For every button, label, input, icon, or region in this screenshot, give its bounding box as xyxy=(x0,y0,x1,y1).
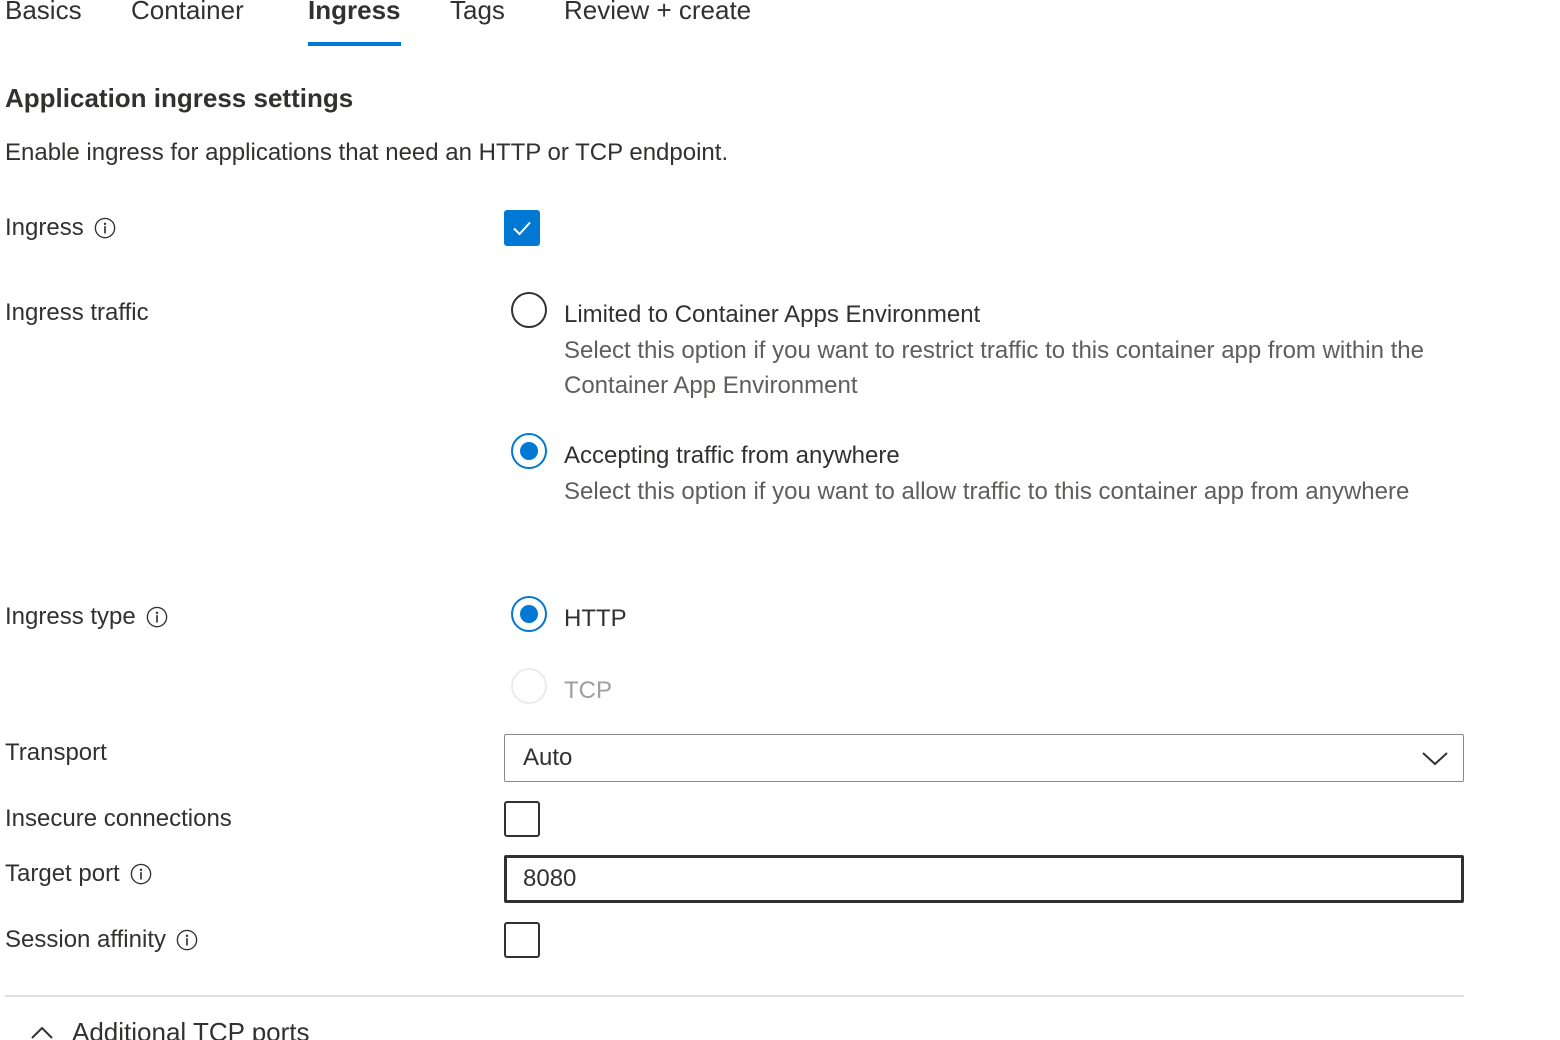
ingress-traffic-label-row: Ingress traffic xyxy=(5,296,149,330)
radio-http[interactable] xyxy=(511,596,547,632)
active-tab-indicator xyxy=(308,42,401,46)
transport-dropdown-value: Auto xyxy=(523,744,573,771)
tab-review-create-label: Review + create xyxy=(564,0,752,25)
radio-http-label[interactable]: HTTP xyxy=(564,602,627,636)
ingress-type-label-row: Ingress type xyxy=(5,600,168,634)
checkmark-icon xyxy=(513,221,531,236)
radio-accept-anywhere[interactable] xyxy=(511,433,547,469)
radio-limited-environment-label[interactable]: Limited to Container Apps Environment xyxy=(564,298,980,332)
radio-limited-environment[interactable] xyxy=(511,292,547,328)
ingress-label: Ingress xyxy=(5,214,84,241)
ingress-label-row: Ingress xyxy=(5,211,116,245)
radio-accept-anywhere-description: Select this option if you want to allow … xyxy=(564,478,1410,505)
tab-ingress-label: Ingress xyxy=(308,0,401,25)
tab-container[interactable]: Container xyxy=(131,0,244,32)
chevron-up-icon xyxy=(31,1026,53,1039)
transport-label: Transport xyxy=(5,739,107,766)
section-title: Application ingress settings xyxy=(5,83,354,113)
ingress-settings-page: Basics Container Ingress Tags Review + c… xyxy=(0,0,1560,1040)
insecure-connections-checkbox[interactable] xyxy=(504,801,540,837)
transport-dropdown[interactable]: Auto xyxy=(504,734,1464,782)
insecure-connections-label-row: Insecure connections xyxy=(5,802,232,836)
radio-tcp-label: TCP xyxy=(564,677,612,704)
session-affinity-label: Session affinity xyxy=(5,926,166,953)
section-divider xyxy=(5,995,1464,997)
tab-tags[interactable]: Tags xyxy=(450,0,505,32)
ingress-traffic-label: Ingress traffic xyxy=(5,299,149,326)
tab-tags-label: Tags xyxy=(450,0,505,25)
tab-review-create[interactable]: Review + create xyxy=(564,0,751,32)
section-description: Enable ingress for applications that nee… xyxy=(5,139,729,166)
radio-limited-environment-description: Select this option if you want to restri… xyxy=(564,337,1424,399)
radio-accept-anywhere-label[interactable]: Accepting traffic from anywhere xyxy=(564,439,900,473)
target-port-label: Target port xyxy=(5,860,120,887)
info-icon[interactable] xyxy=(146,606,168,628)
tab-container-label: Container xyxy=(131,0,244,25)
info-icon[interactable] xyxy=(94,217,116,239)
wizard-tabs: Basics Container Ingress Tags Review + c… xyxy=(0,0,1000,48)
session-affinity-label-row: Session affinity xyxy=(5,923,198,957)
info-icon[interactable] xyxy=(130,863,152,885)
transport-label-row: Transport xyxy=(5,736,107,770)
tab-ingress[interactable]: Ingress xyxy=(308,0,401,46)
ingress-checkbox[interactable] xyxy=(504,210,540,246)
chevron-down-icon xyxy=(1422,752,1448,766)
session-affinity-checkbox[interactable] xyxy=(504,922,540,958)
additional-tcp-ports-label: Additional TCP ports xyxy=(72,1017,310,1040)
tab-basics[interactable]: Basics xyxy=(5,0,82,32)
insecure-connections-label: Insecure connections xyxy=(5,805,232,832)
target-port-input[interactable] xyxy=(504,855,1464,903)
radio-tcp xyxy=(511,668,547,704)
tab-basics-label: Basics xyxy=(5,0,82,25)
info-icon[interactable] xyxy=(176,929,198,951)
target-port-label-row: Target port xyxy=(5,857,152,891)
ingress-type-label: Ingress type xyxy=(5,603,136,630)
additional-tcp-ports-expander[interactable]: Additional TCP ports xyxy=(30,1014,310,1040)
